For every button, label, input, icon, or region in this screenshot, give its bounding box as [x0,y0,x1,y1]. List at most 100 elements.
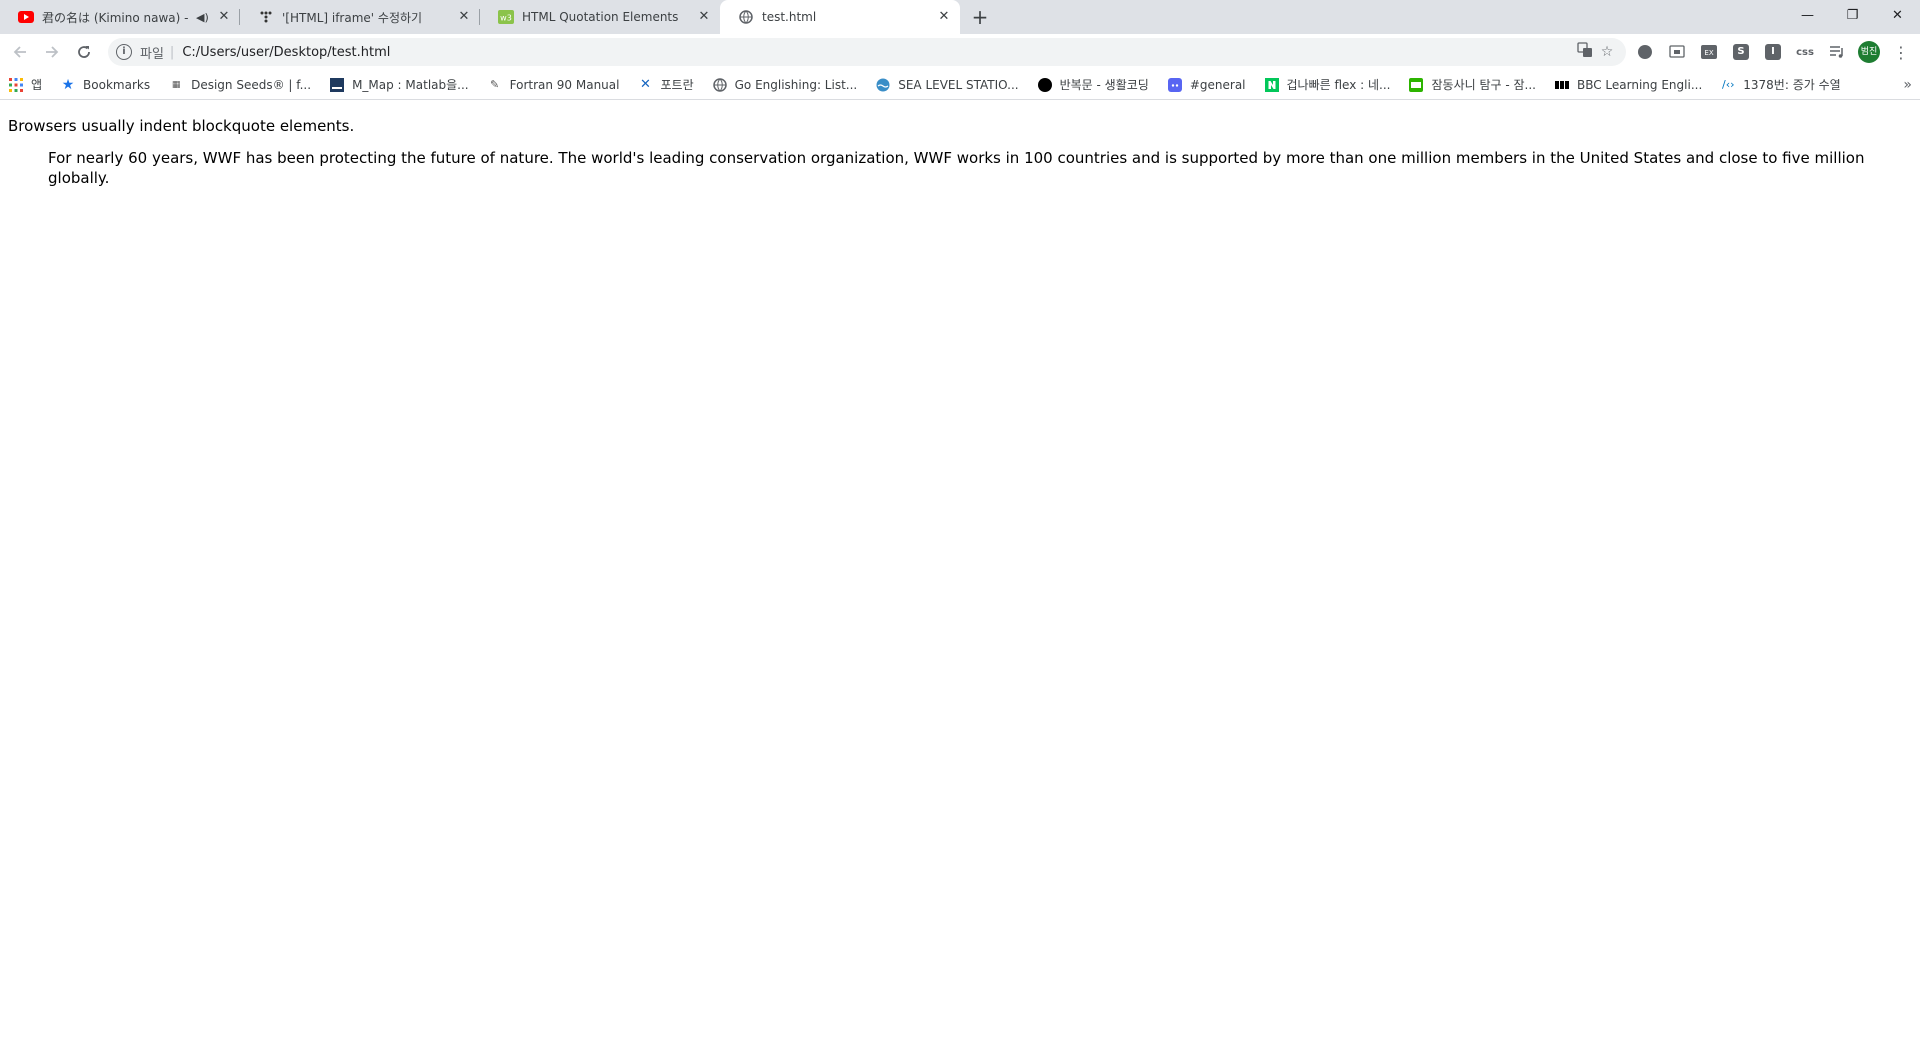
black-circle-icon [1037,77,1053,93]
tab-title: test.html [762,10,817,24]
restore-icon[interactable]: ❐ [1830,0,1875,30]
avatar: 범진 [1858,41,1880,63]
bookmark-bbc[interactable]: BBC Learning Engli... [1554,77,1702,93]
record-icon [1638,45,1652,59]
bookmark-label: Bookmarks [83,77,151,92]
forward-arrow-icon [46,46,59,58]
discord-icon [1167,77,1183,93]
toolbar: i 파일 | C:/Users/user/Desktop/test.html ☆… [0,34,1920,70]
bookmark-label: 겁나빠른 flex : 네... [1286,78,1391,92]
bookmark-label: 반복문 - 생활코딩 [1059,78,1149,92]
bookmark-label: Fortran 90 Manual [509,77,620,92]
youtube-icon [18,9,34,25]
bookmark-label: SEA LEVEL STATIO... [898,77,1019,92]
tab-velog[interactable]: '[HTML] iframe' 수정하기 ✕ [240,0,480,34]
bookmark-apps[interactable]: 앱 [8,76,42,93]
cast-icon [1669,45,1685,58]
bookmark-star-icon[interactable]: ☆ [1596,44,1618,60]
reload-button[interactable] [70,38,98,66]
playlist-icon [1830,46,1843,58]
bookmark-opentutorials[interactable]: 반복문 - 생활코딩 [1037,76,1149,93]
bookmark-label: M_Map : Matlab을... [352,78,469,92]
bookmark-fortran-kr[interactable]: ✕ 포트란 [637,76,694,93]
bookmark-label: 포트란 [660,78,694,92]
bookmark-baekjoon[interactable]: /‹› 1378번: 증가 수열 [1720,76,1841,93]
tab-w3schools[interactable]: w3 HTML Quotation Elements ✕ [480,0,720,34]
bookmark-label: Design Seeds® | f... [191,77,312,92]
blog-icon [1408,77,1424,93]
i-extension-icon: I [1765,44,1781,60]
w3schools-icon: w3 [498,9,514,25]
url-text[interactable]: C:/Users/user/Desktop/test.html [182,45,1574,60]
bookmark-label: 앱 [31,78,43,92]
close-icon[interactable]: ✕ [696,9,712,25]
svg-text:w3: w3 [500,14,512,23]
bookmark-go-englishing[interactable]: Go Englishing: List... [712,77,858,93]
close-icon[interactable]: ✕ [936,9,952,25]
extension-box-icon: EX [1701,45,1717,59]
extension-s-button[interactable]: S [1728,39,1754,65]
forward-button[interactable] [38,38,66,66]
reload-icon [78,46,90,58]
reading-list-button[interactable] [1824,39,1850,65]
velog-icon [258,9,274,25]
bookmark-naver-flex[interactable]: 겁나빠른 flex : 네... [1264,76,1391,93]
bookmark-fortran-manual[interactable]: ✎ Fortran 90 Manual [487,77,620,93]
bookmark-label: #general [1189,77,1246,92]
bookmark-label: BBC Learning Engli... [1576,77,1703,92]
bookmark-label: 1378번: 증가 수열 [1743,78,1841,92]
menu-button[interactable]: ⋮ [1888,39,1914,65]
profile-button[interactable]: 범진 [1856,39,1882,65]
bookmark-blog[interactable]: 잠동사니 탐구 - 잠... [1408,76,1536,93]
info-icon[interactable]: i [116,44,132,60]
tab-title: HTML Quotation Elements [522,10,679,24]
extension-css-button[interactable]: css [1792,39,1818,65]
minimize-icon[interactable]: — [1785,0,1830,30]
star-icon: ★ [61,76,75,93]
bookmark-design-seeds[interactable]: ▦ Design Seeds® | f... [168,77,311,93]
fortran-tools-icon: ✕ [640,77,651,92]
bookmark-bookmarks[interactable]: ★ Bookmarks [60,77,150,93]
bbc-icon [1554,77,1570,93]
close-icon[interactable]: ✕ [216,9,232,25]
extension-ex-button[interactable]: EX [1696,39,1722,65]
bookmarks-bar: 앱 ★ Bookmarks ▦ Design Seeds® | f... M_M… [0,70,1920,100]
globe-icon [712,77,728,93]
tab-title: '[HTML] iframe' 수정하기 [282,10,423,25]
kebab-menu-icon: ⋮ [1893,42,1909,62]
new-tab-button[interactable]: + [966,3,994,31]
extension-i-button[interactable]: I [1760,39,1786,65]
back-button[interactable] [6,38,34,66]
extension-record-button[interactable] [1632,39,1658,65]
sea-level-icon [875,77,891,93]
bookmark-mmap[interactable]: M_Map : Matlab을... [329,76,469,93]
apps-grid-icon [8,77,24,93]
intro-paragraph: Browsers usually indent blockquote eleme… [8,117,355,135]
url-scheme-label: 파일 [140,46,164,62]
speaker-icon[interactable]: ◀) [196,11,212,24]
divider: | [169,44,175,60]
svg-text:EX: EX [1704,49,1713,57]
blockquote: For nearly 60 years, WWF has been protec… [48,149,1865,187]
design-seeds-icon: ▦ [171,79,181,90]
translate-icon[interactable] [1574,42,1596,62]
css-extension-icon: css [1796,46,1814,58]
tab-strip: 君の名は (Kimino nawa) - ◀) ✕ '[HTML] iframe… [0,0,1920,34]
extension-cast-button[interactable] [1664,39,1690,65]
window-controls: — ❐ ✕ [1785,0,1920,30]
tab-youtube[interactable]: 君の名は (Kimino nawa) - ◀) ✕ [0,0,240,34]
bookmark-discord-general[interactable]: #general [1167,77,1246,93]
bookmark-label: 잠동사니 탐구 - 잠... [1431,78,1536,92]
close-window-icon[interactable]: ✕ [1875,0,1920,30]
tab-test-html[interactable]: test.html ✕ [720,0,960,34]
back-arrow-icon [13,46,26,58]
s-extension-icon: S [1733,44,1749,60]
tab-title: 君の名は (Kimino nawa) - [42,10,189,25]
naver-icon [1264,77,1280,93]
close-icon[interactable]: ✕ [456,9,472,25]
bookmark-label: Go Englishing: List... [734,77,858,92]
bookmarks-overflow-icon[interactable]: » [1903,77,1912,93]
address-bar[interactable]: i 파일 | C:/Users/user/Desktop/test.html ☆ [108,38,1626,66]
bookmark-sea-level[interactable]: SEA LEVEL STATIO... [875,77,1019,93]
page-content: Browsers usually indent blockquote eleme… [0,116,1920,188]
